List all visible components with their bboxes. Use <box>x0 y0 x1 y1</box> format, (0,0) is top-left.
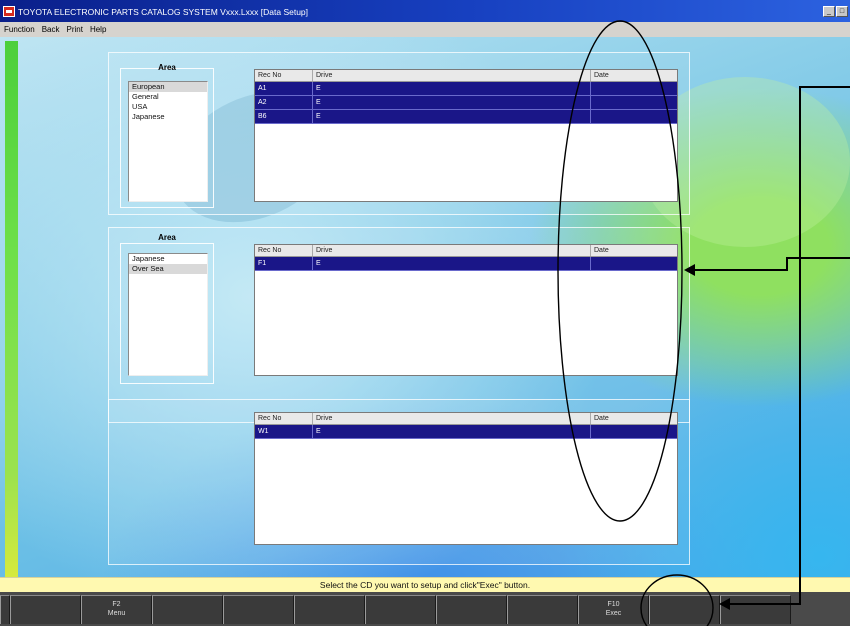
menu-bar: Function Back Print Help <box>0 22 850 37</box>
col-drive[interactable]: Drive <box>313 413 591 424</box>
table-row[interactable]: B6 E <box>255 110 677 124</box>
col-date[interactable]: Date <box>591 245 677 256</box>
decorative-strip <box>5 41 18 581</box>
area-title: Area <box>158 63 176 72</box>
cd-list-table[interactable]: Rec No Drive Date A1 E A2 E B6 E <box>254 69 678 202</box>
cell-rec-no: B6 <box>255 110 313 123</box>
maximize-button[interactable]: □ <box>836 6 848 17</box>
col-rec-no[interactable]: Rec No <box>255 245 313 256</box>
col-drive[interactable]: Drive <box>313 70 591 81</box>
table-header: Rec No Drive Date <box>255 70 677 82</box>
area-option-over-sea[interactable]: Over Sea <box>129 264 207 274</box>
cell-rec-no: A2 <box>255 96 313 109</box>
area-listbox[interactable]: European General USA Japanese <box>128 81 208 202</box>
menu-print[interactable]: Print <box>66 25 82 34</box>
area-option-usa[interactable]: USA <box>129 102 207 112</box>
fkey-f6[interactable] <box>365 595 436 624</box>
cd-section-3: Rec No Drive Date W1 E <box>108 399 690 565</box>
table-row[interactable]: F1 E <box>255 257 677 271</box>
area-title: Area <box>158 233 176 242</box>
table-row[interactable]: W1 E <box>255 425 677 439</box>
col-drive[interactable]: Drive <box>313 245 591 256</box>
area-listbox[interactable]: Japanese Over Sea <box>128 253 208 376</box>
cell-date <box>591 82 677 95</box>
menu-back[interactable]: Back <box>42 25 60 34</box>
fkey-f11[interactable] <box>649 595 720 624</box>
cell-date <box>591 96 677 109</box>
cell-drive: E <box>313 82 591 95</box>
cell-drive: E <box>313 257 591 270</box>
function-key-bar: F2 Menu F10 Exec <box>0 592 850 626</box>
area-option-japanese[interactable]: Japanese <box>129 112 207 122</box>
fkey-f3[interactable] <box>152 595 223 624</box>
fkey-f8[interactable] <box>507 595 578 624</box>
cd-section-1: Area European General USA Japanese Rec N… <box>108 52 690 215</box>
window-controls: _ □ <box>823 6 848 17</box>
table-header: Rec No Drive Date <box>255 245 677 257</box>
area-option-general[interactable]: General <box>129 92 207 102</box>
fkey-number: F10 <box>607 601 620 608</box>
table-row[interactable]: A1 E <box>255 82 677 96</box>
fkey-label: Menu <box>107 610 126 617</box>
col-rec-no[interactable]: Rec No <box>255 70 313 81</box>
app-logo-icon <box>3 6 15 17</box>
fkey-f2-menu-button[interactable]: F2 Menu <box>81 595 152 624</box>
cell-rec-no: F1 <box>255 257 313 270</box>
menu-function[interactable]: Function <box>4 25 35 34</box>
status-message: Select the CD you want to setup and clic… <box>0 577 850 592</box>
cell-drive: E <box>313 425 591 438</box>
col-date[interactable]: Date <box>591 70 677 81</box>
workspace-background: Area European General USA Japanese Rec N… <box>0 37 850 581</box>
cell-drive: E <box>313 110 591 123</box>
app-window: TOYOTA ELECTRONIC PARTS CATALOG SYSTEM V… <box>0 0 850 626</box>
fkey-blank <box>0 595 10 624</box>
fkey-f10-exec-button[interactable]: F10 Exec <box>578 595 649 624</box>
fkey-label: Exec <box>605 610 622 617</box>
table-header: Rec No Drive Date <box>255 413 677 425</box>
cell-rec-no: A1 <box>255 82 313 95</box>
cell-date <box>591 425 677 438</box>
cd-list-table[interactable]: Rec No Drive Date F1 E <box>254 244 678 376</box>
fkey-f4[interactable] <box>223 595 294 624</box>
cd-list-table[interactable]: Rec No Drive Date W1 E <box>254 412 678 545</box>
cell-drive: E <box>313 96 591 109</box>
fkey-f5[interactable] <box>294 595 365 624</box>
fkey-f12[interactable] <box>720 595 791 624</box>
table-row[interactable]: A2 E <box>255 96 677 110</box>
cell-date <box>591 257 677 270</box>
menu-help[interactable]: Help <box>90 25 106 34</box>
area-option-european[interactable]: European <box>129 82 207 92</box>
window-title: TOYOTA ELECTRONIC PARTS CATALOG SYSTEM V… <box>18 7 309 17</box>
fkey-f1[interactable] <box>10 595 81 624</box>
fkey-number: F2 <box>112 601 121 608</box>
col-rec-no[interactable]: Rec No <box>255 413 313 424</box>
cell-date <box>591 110 677 123</box>
fkey-f7[interactable] <box>436 595 507 624</box>
cell-rec-no: W1 <box>255 425 313 438</box>
minimize-button[interactable]: _ <box>823 6 835 17</box>
col-date[interactable]: Date <box>591 413 677 424</box>
title-bar[interactable]: TOYOTA ELECTRONIC PARTS CATALOG SYSTEM V… <box>0 0 850 22</box>
area-option-japanese[interactable]: Japanese <box>129 254 207 264</box>
cd-section-2: Area Japanese Over Sea Rec No Drive Date… <box>108 227 690 423</box>
